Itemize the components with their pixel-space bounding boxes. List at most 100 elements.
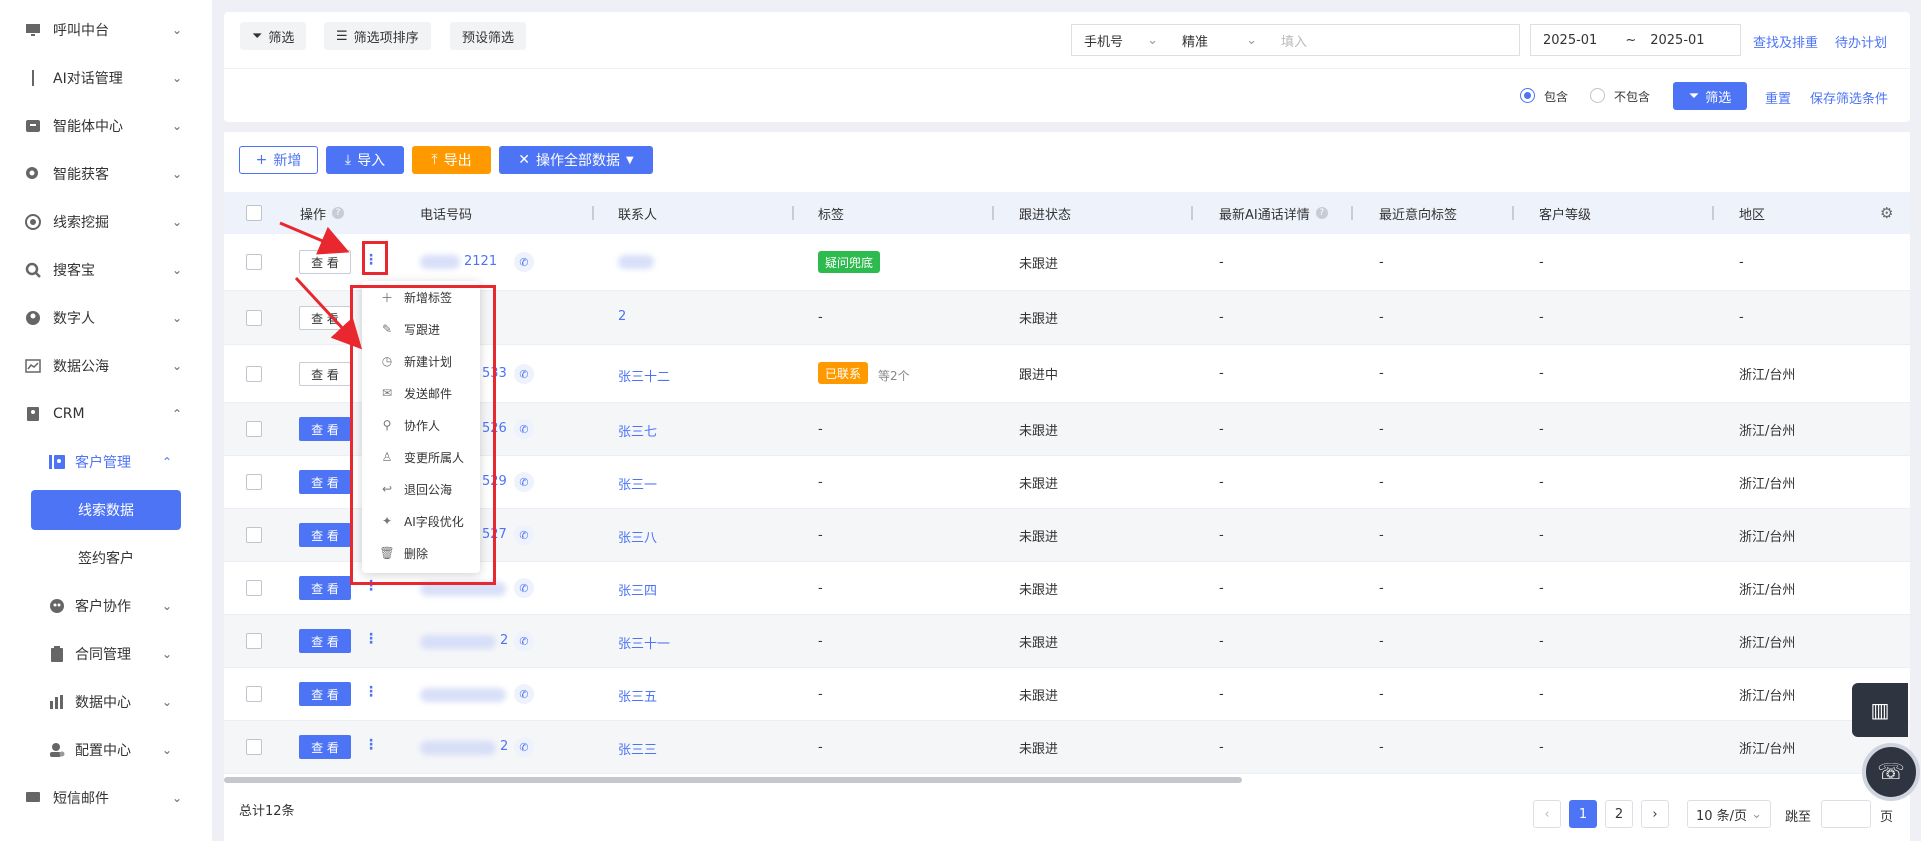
search-input[interactable]: 填入	[1269, 24, 1520, 56]
contact-name[interactable]: 张三十二	[618, 366, 670, 385]
prev-page-button[interactable]: ‹	[1533, 800, 1561, 828]
row-checkbox[interactable]	[246, 527, 262, 543]
row-checkbox[interactable]	[246, 686, 262, 702]
contact-name[interactable]: 张三八	[618, 527, 657, 546]
field-select[interactable]: 手机号 ⌄	[1071, 24, 1171, 56]
phone-icon[interactable]: ✆	[514, 737, 534, 757]
phone-icon[interactable]: ✆	[514, 364, 534, 384]
view-button[interactable]: 查 看	[299, 306, 351, 330]
phone-icon[interactable]: ✆	[514, 472, 534, 492]
phone-icon[interactable]: ✆	[514, 525, 534, 545]
horizontal-scrollbar[interactable]	[224, 777, 1242, 783]
contact-name[interactable]: 张三一	[618, 474, 657, 493]
more-actions-icon[interactable]: ⋮	[364, 684, 378, 700]
import-button[interactable]: ⤓ 导入	[326, 146, 404, 174]
export-button[interactable]: ⤒ 导出	[412, 146, 491, 174]
include-radio[interactable]	[1520, 88, 1535, 103]
column-resizer[interactable]	[792, 206, 794, 220]
view-button[interactable]: 查 看	[299, 682, 351, 706]
sidebar-item-ai-dialog[interactable]: AI对话管理 ⌄	[0, 58, 212, 98]
chevron-down-icon: ⌄	[172, 359, 183, 373]
sidebar-item-agent-center[interactable]: 智能体中心 ⌄	[0, 106, 212, 146]
phone-number[interactable]: 2121	[464, 254, 497, 269]
contact-name[interactable]: 2	[618, 309, 626, 324]
row-checkbox[interactable]	[246, 366, 262, 382]
phone-icon[interactable]: ✆	[514, 684, 534, 704]
phone-icon[interactable]: ✆	[514, 578, 534, 598]
contact-name[interactable]: 张三十一	[618, 633, 670, 652]
contact-name[interactable]: 张三五	[618, 686, 657, 705]
column-resizer[interactable]	[592, 206, 594, 220]
add-button[interactable]: + 新增	[239, 146, 318, 174]
sidebar-item-crm[interactable]: CRM ⌃	[0, 394, 212, 434]
view-button[interactable]: 查 看	[299, 417, 351, 441]
sidebar-item-call-center[interactable]: 呼叫中台 ⌄	[0, 10, 212, 50]
row-checkbox[interactable]	[246, 310, 262, 326]
contact-name[interactable]: 张三七	[618, 421, 657, 440]
todo-plan-link[interactable]: 待办计划	[1835, 32, 1887, 51]
phone-number[interactable]: 2	[500, 739, 508, 754]
view-button[interactable]: 查 看	[299, 523, 351, 547]
view-button[interactable]: 查 看	[299, 629, 351, 653]
contact-name[interactable]: 张三四	[618, 580, 657, 599]
page-button-2[interactable]: 2	[1605, 800, 1633, 828]
row-checkbox[interactable]	[246, 739, 262, 755]
view-button[interactable]: 查 看	[299, 735, 351, 759]
more-actions-icon[interactable]: ⋮	[364, 631, 378, 647]
row-checkbox[interactable]	[246, 254, 262, 270]
sidebar-item-smart-acquire[interactable]: 智能获客 ⌄	[0, 154, 212, 194]
reset-link[interactable]: 重置	[1765, 88, 1791, 107]
sidebar-item-sou-ke-bao[interactable]: 搜客宝 ⌄	[0, 250, 212, 290]
view-button[interactable]: 查 看	[299, 470, 351, 494]
phone-number[interactable]: 2	[500, 633, 508, 648]
sidebar-item-config-center[interactable]: 配置中心 ⌄	[0, 730, 212, 770]
date-range-picker[interactable]: 2025-01 ~ 2025-01	[1530, 24, 1741, 56]
row-checkbox[interactable]	[246, 421, 262, 437]
exclude-radio[interactable]	[1590, 88, 1605, 103]
phone-icon[interactable]: ✆	[514, 252, 534, 272]
row-checkbox[interactable]	[246, 580, 262, 596]
page-button-1[interactable]: 1	[1569, 800, 1597, 828]
sidebar-item-data-center[interactable]: 数据中心 ⌄	[0, 682, 212, 722]
next-page-button[interactable]: ›	[1641, 800, 1669, 828]
column-settings-icon[interactable]: ⚙	[1880, 204, 1893, 222]
column-resizer[interactable]	[1191, 206, 1193, 220]
page-size-select[interactable]: 10 条/页 ⌄	[1687, 800, 1771, 828]
view-button[interactable]: 查 看	[299, 250, 351, 274]
match-select[interactable]: 精准 ⌄	[1170, 24, 1270, 56]
select-all-checkbox[interactable]	[246, 205, 262, 221]
phone-icon[interactable]: ✆	[514, 631, 534, 651]
phone-icon[interactable]: ✆	[514, 419, 534, 439]
sidebar-item-customer-management[interactable]: 客户管理 ⌃	[0, 442, 212, 482]
sidebar-item-contract[interactable]: 合同管理 ⌄	[0, 634, 212, 674]
column-resizer[interactable]	[1712, 206, 1714, 220]
sidebar-item-lead-data[interactable]: 线索数据	[31, 490, 181, 530]
row-checkbox[interactable]	[246, 633, 262, 649]
sidebar-item-customer-collab[interactable]: 客户协作 ⌄	[0, 586, 212, 626]
bulk-operation-button[interactable]: ✕ 操作全部数据 ▼	[499, 146, 653, 174]
column-resizer[interactable]	[992, 206, 994, 220]
sidebar-item-lead-mining[interactable]: 线索挖掘 ⌄	[0, 202, 212, 242]
sidebar-item-sms-mail[interactable]: 短信邮件 ⌄	[0, 778, 212, 818]
sidebar-item-digital-human[interactable]: 数字人 ⌄	[0, 298, 212, 338]
tag-more[interactable]: 等2个	[878, 367, 910, 384]
column-resizer[interactable]	[1512, 206, 1514, 220]
view-button[interactable]: 查 看	[299, 362, 351, 386]
more-actions-icon[interactable]: ⋮	[364, 737, 378, 753]
column-resizer[interactable]	[1351, 206, 1353, 220]
sidebar-item-data-pool[interactable]: 数据公海 ⌄	[0, 346, 212, 386]
filter-sort-button[interactable]: ☰ 筛选项排序	[324, 22, 431, 50]
sidebar-item-signed-customers[interactable]: 签约客户	[31, 538, 181, 578]
contact-name[interactable]: 张三三	[618, 739, 657, 758]
save-filter-link[interactable]: 保存筛选条件	[1810, 88, 1888, 107]
voice-assistant-button[interactable]: ▥	[1852, 683, 1908, 737]
intent-tag: -	[1379, 310, 1384, 325]
jump-page-input[interactable]	[1821, 800, 1871, 828]
row-checkbox[interactable]	[246, 474, 262, 490]
preset-filter-button[interactable]: 预设筛选	[450, 22, 527, 50]
view-button[interactable]: 查 看	[299, 576, 351, 600]
customer-service-button[interactable]: ☏	[1862, 743, 1920, 801]
find-dedupe-link[interactable]: 查找及排重	[1753, 32, 1818, 51]
apply-filter-button[interactable]: ⏷ 筛选	[1673, 82, 1747, 110]
filter-button[interactable]: ⏷ 筛选	[240, 22, 307, 50]
